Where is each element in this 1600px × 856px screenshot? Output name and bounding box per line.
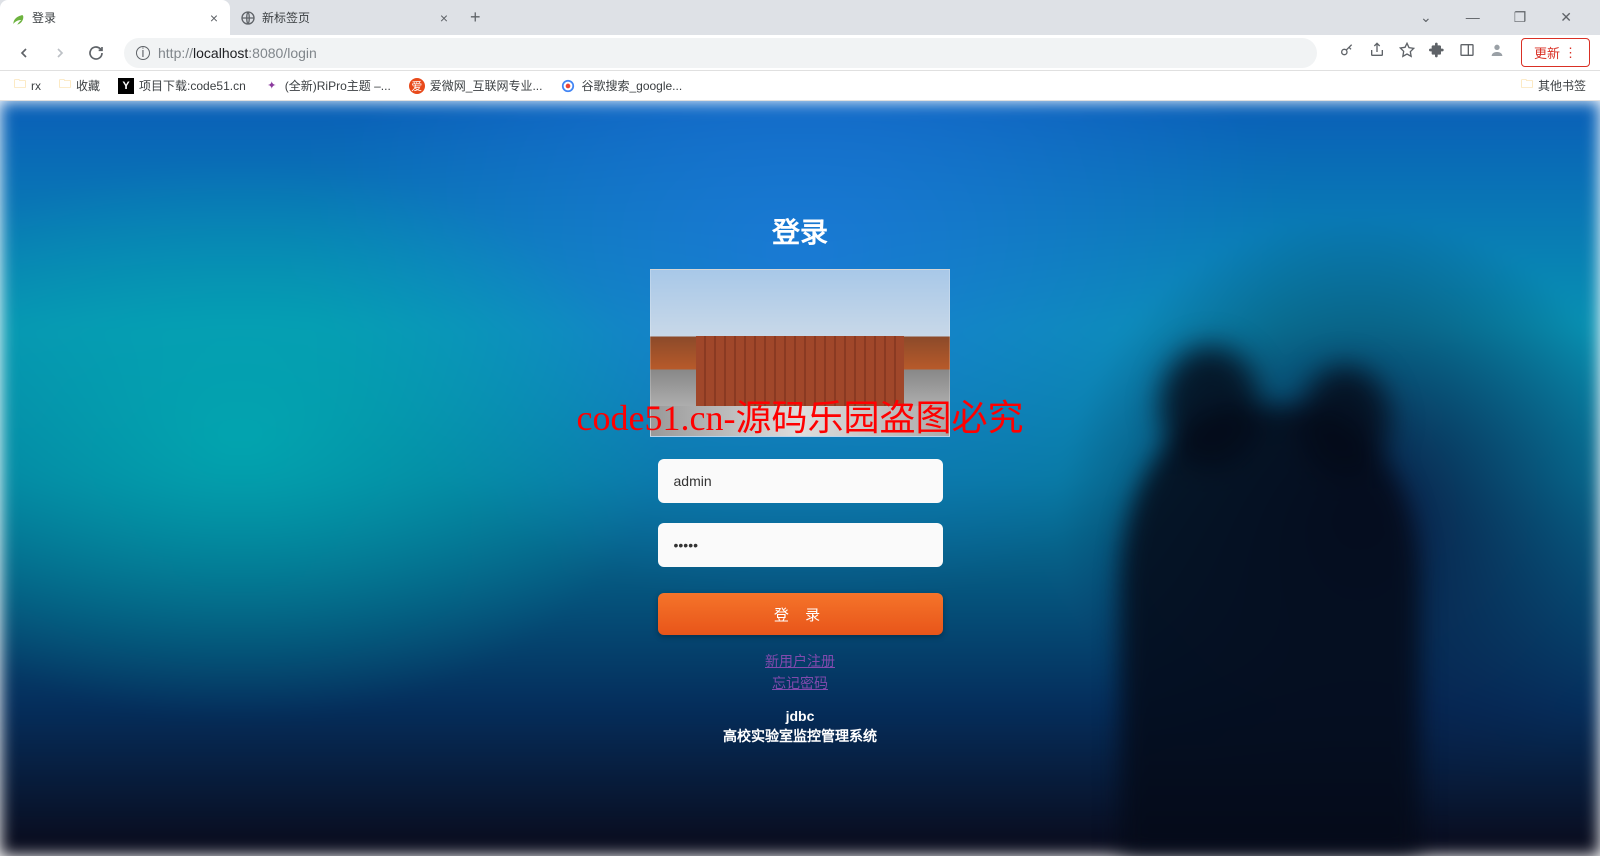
bookmark-aiwei[interactable]: 爱 爱微网_互联网专业... <box>409 77 543 94</box>
tab-login[interactable]: 登录 × <box>0 0 230 35</box>
bookmark-favorites[interactable]: 🗀 收藏 <box>59 75 100 96</box>
address-bar[interactable]: i http://localhost:8080/login <box>124 38 1317 68</box>
globe-icon <box>240 10 256 26</box>
close-icon[interactable]: × <box>208 8 220 28</box>
folder-icon: 🗀 <box>14 75 26 96</box>
bookmark-code51[interactable]: Y 项目下载:code51.cn <box>118 77 246 94</box>
reload-button[interactable] <box>82 39 110 67</box>
tab-new[interactable]: 新标签页 × <box>230 0 460 35</box>
folder-icon: 🗀 <box>59 75 71 96</box>
toolbar-icons <box>1331 42 1513 63</box>
side-panel-icon[interactable] <box>1459 42 1475 63</box>
footer-text: jdbc 高校实验室监控管理系统 <box>640 707 960 746</box>
bookmark-other[interactable]: 🗀 其他书签 <box>1521 75 1586 96</box>
background-silhouette <box>1120 406 1420 856</box>
forgot-password-link[interactable]: 忘记密码 <box>640 673 960 693</box>
site-icon <box>560 78 576 94</box>
new-tab-button[interactable]: + <box>460 7 491 28</box>
folder-icon: 🗀 <box>1521 75 1533 96</box>
bookmark-ripro[interactable]: ✦ (全新)RiPro主题 –... <box>264 77 391 94</box>
update-button[interactable]: 更新 ⋮ <box>1521 38 1590 67</box>
close-button[interactable]: ✕ <box>1552 5 1580 30</box>
dropdown-icon[interactable]: ⌄ <box>1412 5 1440 30</box>
share-icon[interactable] <box>1369 42 1385 63</box>
star-icon[interactable] <box>1399 42 1415 63</box>
login-form: 登录 登 录 新用户注册 忘记密码 jdbc 高校实验室监控管理系统 <box>640 101 960 746</box>
forward-button[interactable] <box>46 39 74 67</box>
bookmark-google[interactable]: 谷歌搜索_google... <box>560 77 682 94</box>
info-icon[interactable]: i <box>136 46 150 60</box>
url-text: http://localhost:8080/login <box>158 45 317 61</box>
maximize-button[interactable]: ❐ <box>1506 5 1535 30</box>
password-input[interactable] <box>658 523 943 567</box>
login-button[interactable]: 登 录 <box>658 593 943 635</box>
extensions-icon[interactable] <box>1429 42 1445 63</box>
tab-title: 登录 <box>32 9 202 26</box>
leaf-icon <box>10 10 26 26</box>
register-link[interactable]: 新用户注册 <box>640 651 960 671</box>
nav-bar: i http://localhost:8080/login 更新 ⋮ <box>0 35 1600 71</box>
window-controls: ⌄ — ❐ ✕ <box>1412 5 1592 30</box>
back-button[interactable] <box>10 39 38 67</box>
tab-bar: 登录 × 新标签页 × + ⌄ — ❐ ✕ <box>0 0 1600 35</box>
username-input[interactable] <box>658 459 943 503</box>
page-content: code51.cn-源码乐园盗图必究 登录 登 录 新用户注册 忘记密码 jdb… <box>0 101 1600 856</box>
site-icon: ✦ <box>264 78 280 94</box>
key-icon[interactable] <box>1339 42 1355 63</box>
login-title: 登录 <box>640 211 960 251</box>
browser-chrome: 登录 × 新标签页 × + ⌄ — ❐ ✕ i <box>0 0 1600 101</box>
profile-icon[interactable] <box>1489 42 1505 63</box>
tab-title: 新标签页 <box>262 9 432 26</box>
minimize-button[interactable]: — <box>1458 5 1488 30</box>
bookmarks-bar: 🗀 rx 🗀 收藏 Y 项目下载:code51.cn ✦ (全新)RiPro主题… <box>0 71 1600 101</box>
hero-image <box>650 269 950 437</box>
close-icon[interactable]: × <box>438 8 450 28</box>
site-icon: Y <box>118 78 134 94</box>
menu-icon: ⋮ <box>1564 45 1577 61</box>
bookmark-rx[interactable]: 🗀 rx <box>14 75 41 96</box>
site-icon: 爱 <box>409 78 425 94</box>
